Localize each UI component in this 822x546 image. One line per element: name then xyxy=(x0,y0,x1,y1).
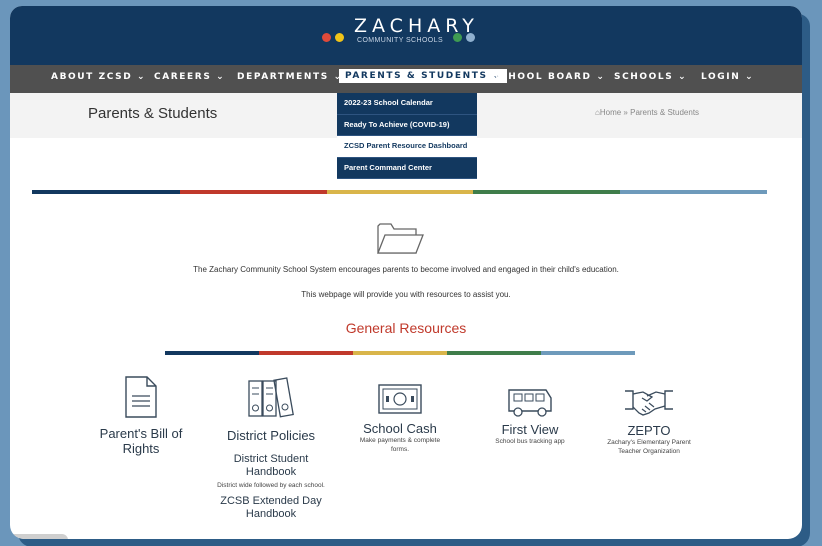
logo-subtitle: COMMUNITY SCHOOLS xyxy=(357,37,444,44)
district-student-handbook-note: District wide followed by each school. xyxy=(217,482,325,489)
nav-about-zcsd[interactable]: ABOUT ZCSD ⌄ xyxy=(51,72,146,82)
nav-careers[interactable]: CAREERS ⌄ xyxy=(154,72,225,82)
logo-dot-blue xyxy=(466,33,475,42)
site-logo[interactable]: ZACHARY COMMUNITY SCHOOLS xyxy=(322,13,492,57)
binders-icon xyxy=(248,377,294,418)
resource-title: School Cash xyxy=(363,421,437,436)
resource-school-cash[interactable]: School Cash Make payments & complete for… xyxy=(345,383,455,454)
nav-departments[interactable]: DEPARTMENTS ⌄ xyxy=(237,72,343,82)
nav-login[interactable]: LOGIN ⌄ xyxy=(701,72,754,82)
nav-schools[interactable]: SCHOOLS ⌄ xyxy=(614,72,687,82)
resource-title: ZEPTO xyxy=(627,423,671,438)
dropdown-item-parent-resource-dashboard[interactable]: ZCSD Parent Resource Dashboard xyxy=(337,136,477,158)
resource-zepto[interactable]: ZEPTO Zachary's Elementary Parent Teache… xyxy=(594,385,704,456)
dropdown-item-parent-command-center[interactable]: Parent Command Center xyxy=(337,158,477,179)
folder-icon xyxy=(377,223,424,254)
resource-parents-bill-of-rights[interactable]: Parent's Bill of Rights xyxy=(86,374,196,456)
status-tab xyxy=(10,534,68,539)
breadcrumb: ⌂Home » Parents & Students xyxy=(595,108,699,117)
resource-title: First View xyxy=(501,422,559,437)
stripe-green xyxy=(473,190,620,194)
breadcrumb-current: Parents & Students xyxy=(630,108,700,117)
section-stripe-navy xyxy=(165,351,259,355)
dropdown-item-school-calendar[interactable]: 2022-23 School Calendar xyxy=(337,93,477,115)
browser-page: ZACHARY COMMUNITY SCHOOLS ABOUT ZCSD ⌄ C… xyxy=(10,6,802,539)
intro-subtext: This webpage will provide you with resou… xyxy=(301,290,511,299)
resource-district-policies[interactable]: District Policies District Student Handb… xyxy=(211,376,331,521)
dropdown-item-ready-to-achieve[interactable]: Ready To Achieve (COVID-19) xyxy=(337,115,477,136)
logo-dot-green xyxy=(453,33,462,42)
logo-dot-red xyxy=(322,33,331,42)
resource-title: Parent's Bill of Rights xyxy=(99,426,183,456)
section-stripe-steel xyxy=(541,351,635,355)
nav-school-board[interactable]: SCHOOL BOARD ⌄ xyxy=(492,72,606,82)
cash-icon xyxy=(378,384,422,414)
resource-subtitle: Make payments & complete forms. xyxy=(359,437,441,453)
parents-students-dropdown: 2022-23 School Calendar Ready To Achieve… xyxy=(337,93,477,179)
stripe-steel xyxy=(620,190,767,194)
resource-title: District Policies xyxy=(226,428,316,443)
section-stripe-green xyxy=(447,351,541,355)
breadcrumb-home[interactable]: Home xyxy=(600,108,621,117)
section-title: General Resources xyxy=(345,320,467,336)
handshake-icon xyxy=(625,390,673,416)
document-icon xyxy=(125,376,157,418)
breadcrumb-separator: » xyxy=(623,108,628,117)
logo-dot-yellow xyxy=(335,33,344,42)
intro-text: The Zachary Community School System enco… xyxy=(193,265,619,274)
district-student-handbook-link[interactable]: District Student Handbook xyxy=(211,453,331,479)
bus-icon xyxy=(508,389,552,417)
resource-first-view[interactable]: First View School bus tracking app xyxy=(480,386,580,446)
section-stripe-red xyxy=(259,351,353,355)
section-stripe-gold xyxy=(353,351,447,355)
extended-day-handbook-link[interactable]: ZCSB Extended Day Handbook xyxy=(211,495,331,521)
resource-subtitle: School bus tracking app xyxy=(495,438,565,445)
main-nav: ABOUT ZCSD ⌄ CAREERS ⌄ DEPARTMENTS ⌄ PAR… xyxy=(10,65,802,93)
site-header: ZACHARY COMMUNITY SCHOOLS xyxy=(10,6,802,65)
resource-subtitle: Zachary's Elementary Parent Teacher Orga… xyxy=(607,439,691,455)
page-title: Parents & Students xyxy=(88,105,218,122)
stripe-gold xyxy=(327,190,473,194)
stripe-navy xyxy=(32,190,180,194)
nav-parents-students[interactable]: PARENTS & STUDENTS ⌄ xyxy=(339,69,508,83)
stripe-red xyxy=(180,190,327,194)
